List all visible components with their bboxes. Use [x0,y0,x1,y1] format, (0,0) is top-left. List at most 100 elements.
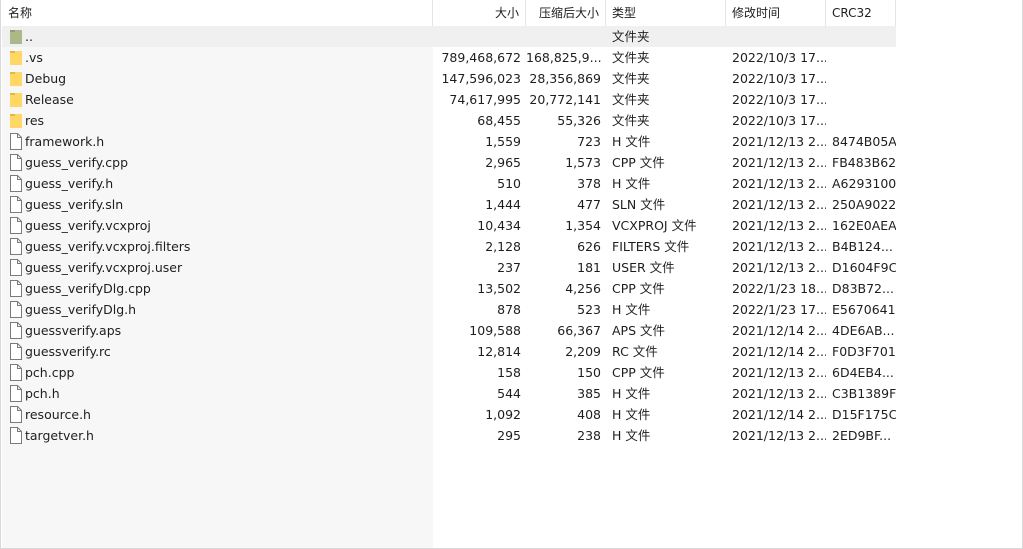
column-header-packed-size[interactable]: 压缩后大小 [526,0,606,26]
file-type: H 文件 [612,134,651,149]
file-size: 1,092 [485,407,521,422]
file-crc32: B4B124... [832,239,893,254]
file-row[interactable]: Debug 147,596,023 28,356,869 文件夹 2022/10/3 1… [2,68,896,89]
file-size: 295 [497,428,521,443]
file-size [433,26,521,47]
file-list-window: 名称 ^ 大小 压缩后大小 类型 修改时间 CRC32 .. 文件夹 .vs 789,… [0,0,1023,549]
parent-directory-row[interactable]: .. 文件夹 [2,26,896,47]
file-name: .. [25,29,33,44]
file-icon [9,427,22,444]
file-icon [9,133,22,150]
file-name: framework.h [25,134,105,149]
file-packed-size: 378 [577,176,601,191]
file-packed-size: 28,356,869 [529,71,601,86]
file-row[interactable]: guess_verify.vcxproj 10,434 1,354 VCXPROJ 文… [2,215,896,236]
file-icon [9,364,22,381]
file-packed-size: 168,825,9... [526,50,601,65]
file-type: H 文件 [612,176,651,191]
file-size: 510 [497,176,521,191]
file-packed-size: 238 [577,428,601,443]
file-type: CPP 文件 [612,281,665,296]
file-row[interactable]: res 68,455 55,326 文件夹 2022/10/3 17... [2,110,896,131]
file-row[interactable]: resource.h 1,092 408 H 文件 2021/12/14 2... D15… [2,404,896,425]
file-size: 878 [497,302,521,317]
column-header-modified[interactable]: 修改时间 [726,0,826,26]
file-size: 158 [497,365,521,380]
file-row[interactable]: guess_verify.sln 1,444 477 SLN 文件 2021/12/13… [2,194,896,215]
file-row[interactable]: guess_verify.vcxproj.filters 2,128 626 FILT… [2,236,896,257]
file-size: 1,444 [485,197,521,212]
file-type: 文件夹 [612,92,650,107]
file-crc32: D1604F9C [832,260,896,275]
file-icon [9,280,22,297]
file-size: 74,617,995 [449,92,521,107]
file-crc32: E5670641 [832,302,896,317]
file-modified: 2022/10/3 17... [732,92,826,107]
column-header-crc32[interactable]: CRC32 [826,0,896,26]
file-name: guessverify.rc [25,344,111,359]
file-name: .vs [25,50,43,65]
file-row[interactable]: guessverify.aps 109,588 66,367 APS 文件 2021/1… [2,320,896,341]
file-size: 789,468,672 [441,50,521,65]
file-row[interactable]: guess_verifyDlg.h 878 523 H 文件 2022/1/23 17.… [2,299,896,320]
file-size: 12,814 [477,344,521,359]
file-packed-size: 385 [577,386,601,401]
folder-icon [9,70,22,87]
file-row[interactable]: Release 74,617,995 20,772,141 文件夹 2022/10/3 … [2,89,896,110]
file-modified: 2022/10/3 17... [732,113,826,128]
file-size: 68,455 [477,113,521,128]
folder-icon [9,112,22,129]
file-name: Debug [25,71,67,86]
file-modified: 2021/12/13 2... [732,176,826,191]
file-type: 文件夹 [612,29,650,44]
file-packed-size: 55,326 [557,113,601,128]
file-type: SLN 文件 [612,197,666,212]
file-crc32: C3B1389F [832,386,896,401]
file-packed-size: 523 [577,302,601,317]
file-crc32: FB483B62 [832,155,896,170]
file-name: resource.h [25,407,91,422]
file-packed-size: 626 [577,239,601,254]
sort-ascending-icon: ^ [213,0,223,8]
column-header-type[interactable]: 类型 [606,0,726,26]
file-icon [9,238,22,255]
file-size: 2,965 [485,155,521,170]
file-modified: 2021/12/14 2... [732,407,826,422]
file-packed-size: 723 [577,134,601,149]
file-name: pch.h [25,386,60,401]
file-modified: 2021/12/13 2... [732,239,826,254]
file-crc32 [832,89,896,110]
file-type: 文件夹 [612,50,650,65]
file-modified: 2022/1/23 17... [732,302,826,317]
file-row[interactable]: framework.h 1,559 723 H 文件 2021/12/13 2... 84… [2,131,896,152]
file-modified: 2021/12/14 2... [732,323,826,338]
column-header-size[interactable]: 大小 [433,0,526,26]
file-icon [9,154,22,171]
file-packed-size: 1,354 [565,218,601,233]
file-row[interactable]: pch.h 544 385 H 文件 2021/12/13 2... C3B1389F [2,383,896,404]
file-crc32: 4DE6AB... [832,323,895,338]
file-modified [732,26,826,47]
file-crc32: 162E0AEA [832,218,896,233]
file-row[interactable]: guess_verify.vcxproj.user 237 181 USER 文件 20… [2,257,896,278]
file-name: targetver.h [25,428,94,443]
parent-folder-icon [9,28,22,45]
file-packed-size: 4,256 [565,281,601,296]
file-row[interactable]: guess_verify.cpp 2,965 1,573 CPP 文件 2021/12/… [2,152,896,173]
file-row[interactable]: guess_verifyDlg.cpp 13,502 4,256 CPP 文件 2022… [2,278,896,299]
file-row[interactable]: pch.cpp 158 150 CPP 文件 2021/12/13 2... 6D4EB4… [2,362,896,383]
file-crc32: A6293100 [832,176,896,191]
file-row[interactable]: .vs 789,468,672 168,825,9... 文件夹 2022/10/3 1… [2,47,896,68]
file-type: 文件夹 [612,113,650,128]
file-row[interactable]: guess_verify.h 510 378 H 文件 2021/12/13 2... A… [2,173,896,194]
file-row[interactable]: guessverify.rc 12,814 2,209 RC 文件 2021/12/14… [2,341,896,362]
column-header-bar: 名称 ^ 大小 压缩后大小 类型 修改时间 CRC32 [1,0,1023,26]
file-row[interactable]: targetver.h 295 238 H 文件 2021/12/13 2... 2ED9… [2,425,896,446]
file-type: CPP 文件 [612,365,665,380]
file-name: res [25,113,45,128]
file-packed-size [526,26,601,47]
file-packed-size: 1,573 [565,155,601,170]
file-name: guess_verifyDlg.cpp [25,281,151,296]
file-name: guess_verify.cpp [25,155,129,170]
file-icon [9,301,22,318]
